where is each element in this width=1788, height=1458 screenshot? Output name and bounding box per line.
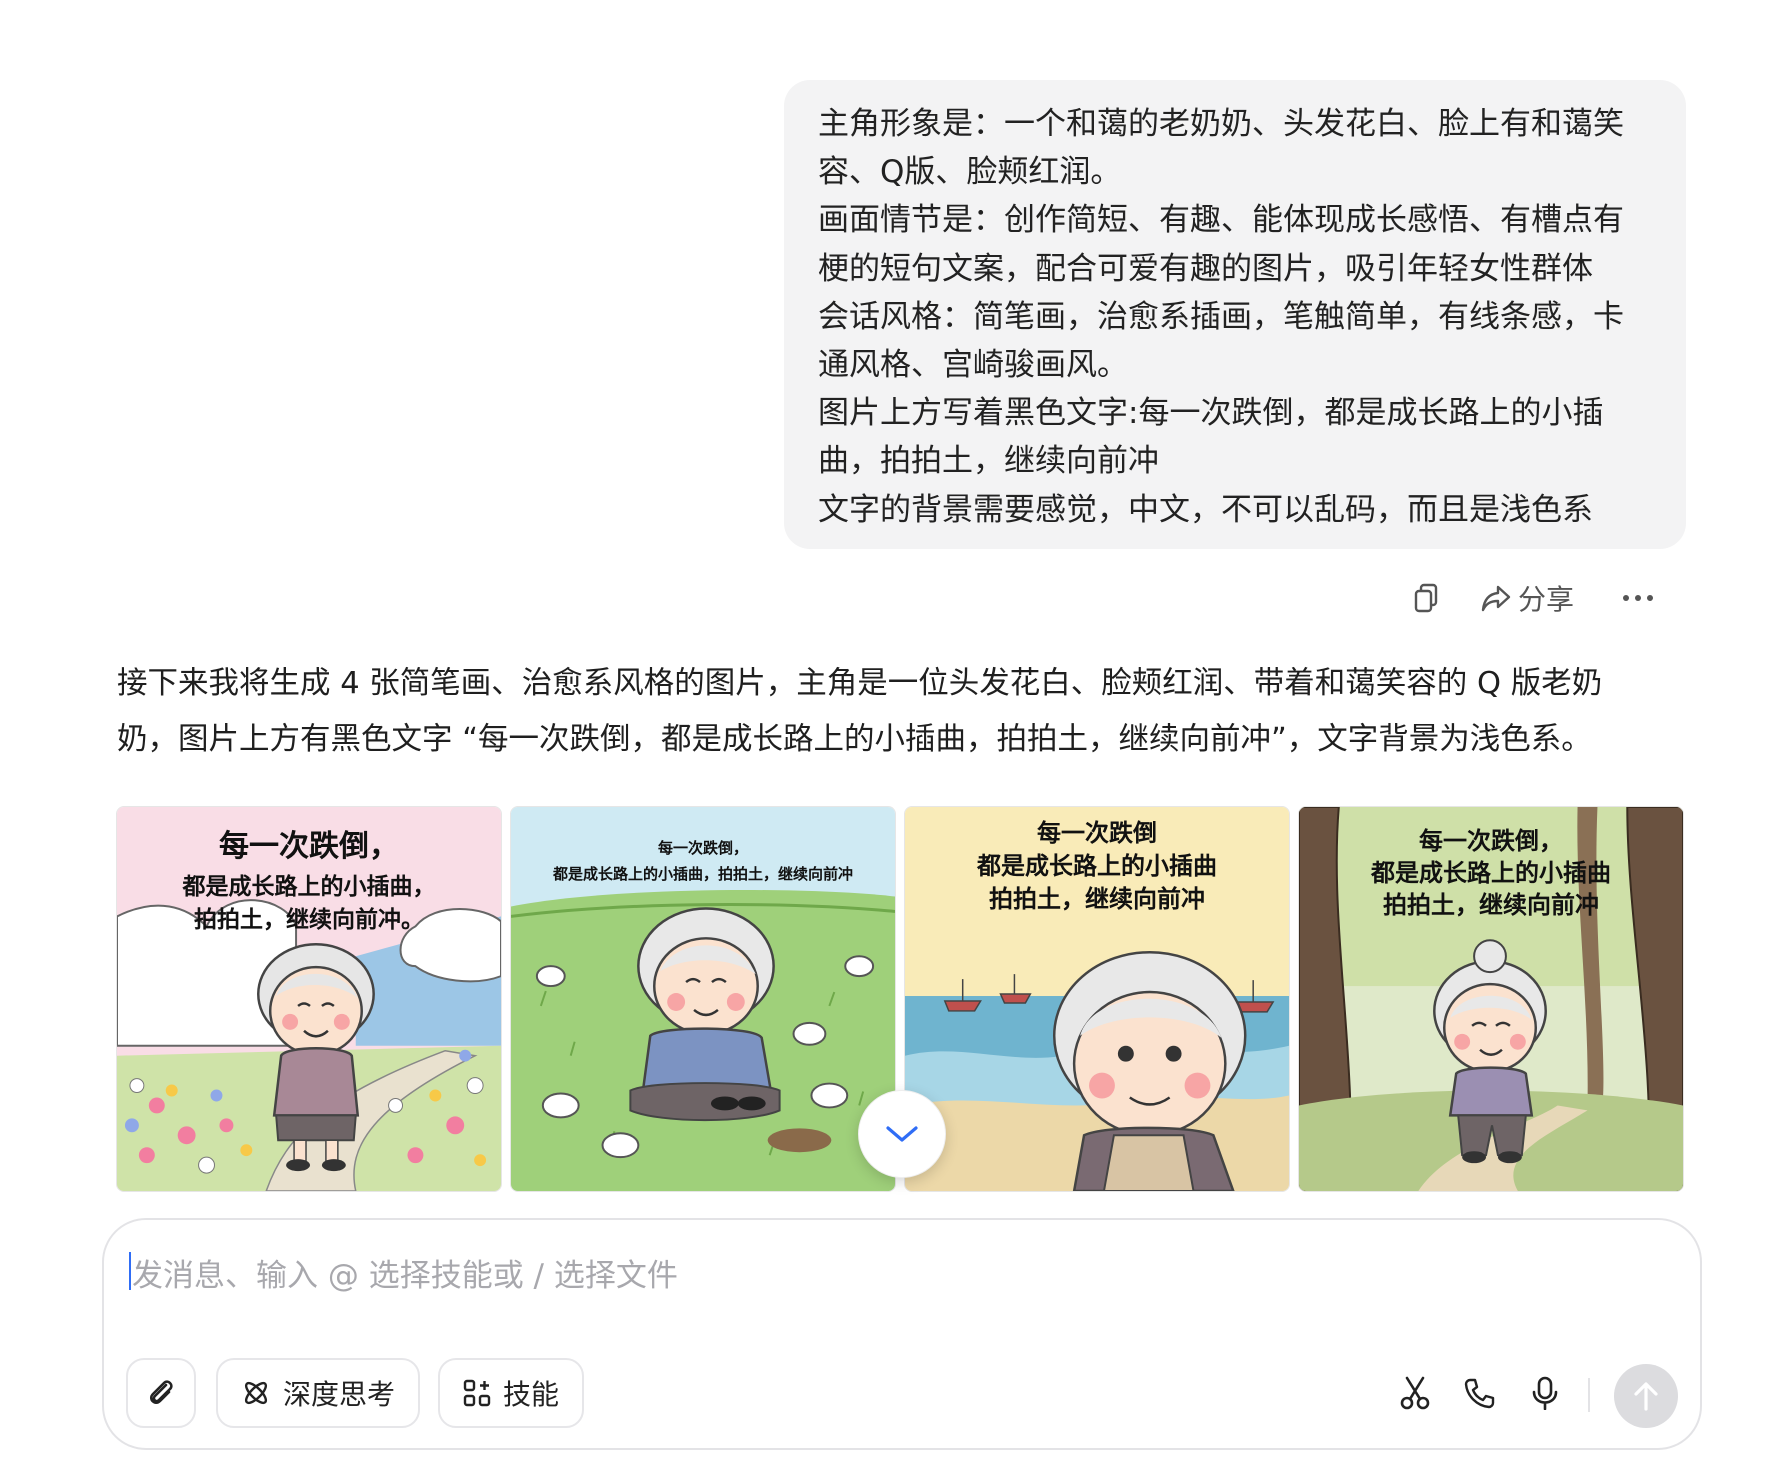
image-caption: 每一次跌倒， 都是成长路上的小插曲 拍拍土，继续向前冲 <box>1299 825 1683 921</box>
grid-plus-icon <box>463 1379 491 1407</box>
generated-image-4[interactable]: 每一次跌倒， 都是成长路上的小插曲 拍拍土，继续向前冲 <box>1298 806 1684 1192</box>
more-button[interactable] <box>1618 576 1658 620</box>
text-caret <box>129 1252 131 1290</box>
phone-button[interactable] <box>1456 1370 1502 1416</box>
caption-line: 每一次跌倒， <box>1419 827 1563 855</box>
image-caption: 都是成长路上的小插曲， 拍拍土，继续向前冲。 <box>117 871 501 937</box>
user-message-line: 梗的短句文案，配合可爱有趣的图片，吸引年轻女性群体 <box>818 250 1593 287</box>
message-composer[interactable]: 发消息、输入 @ 选择技能或 / 选择文件 深度思考 技能 <box>102 1218 1702 1450</box>
atom-icon <box>244 1381 268 1405</box>
caption-line: 都是成长路上的小插曲， <box>182 874 436 900</box>
user-message-line: 图片上方写着黑色文字:每一次跌倒，都是成长路上的小插 <box>818 395 1604 432</box>
user-message-line: 容、Q版、脸颊红润。 <box>818 154 1122 191</box>
caption-line: 拍拍土，继续向前冲。 <box>194 907 424 933</box>
caption-line: 每一次跌倒， <box>657 839 748 857</box>
attach-button[interactable] <box>126 1358 196 1428</box>
user-message-line: 会话风格：简笔画，治愈系插画，笔触简单，有线条感，卡 <box>818 298 1624 335</box>
generated-image-3[interactable]: 每一次跌倒 都是成长路上的小插曲 拍拍土，继续向前冲 <box>904 806 1290 1192</box>
caption-line: 都是成长路上的小插曲，拍拍土，继续向前冲 <box>552 865 853 883</box>
caption-line: 每一次跌倒 <box>1037 819 1157 847</box>
more-icon <box>1623 595 1653 601</box>
caption-line: 拍拍土，继续向前冲 <box>1383 891 1599 919</box>
share-icon <box>1481 585 1511 612</box>
user-message-line: 曲，拍拍土，继续向前冲 <box>818 443 1159 480</box>
scroll-down-button[interactable] <box>858 1090 946 1178</box>
send-button[interactable] <box>1614 1364 1678 1428</box>
chevron-down-icon <box>886 1126 918 1142</box>
user-message-line: 主角形象是：一个和蔼的老奶奶、头发花白、脸上有和蔼笑 <box>818 106 1624 142</box>
share-button[interactable]: 分享 <box>1480 576 1574 620</box>
deep-think-label: 深度思考 <box>282 1378 395 1411</box>
image-caption: 每一次跌倒， 都是成长路上的小插曲，拍拍土，继续向前冲 <box>511 835 895 887</box>
image-caption: 每一次跌倒， <box>117 829 501 865</box>
user-message-line: 通风格、宫崎骏画风。 <box>818 347 1128 384</box>
scissors-icon <box>1400 1376 1430 1410</box>
skills-label: 技能 <box>502 1378 559 1411</box>
share-label: 分享 <box>1518 583 1575 616</box>
user-message-bubble: 主角形象是：一个和蔼的老奶奶、头发花白、脸上有和蔼笑 容、Q版、脸颊红润。 画面… <box>784 80 1686 549</box>
scissors-button[interactable] <box>1392 1370 1438 1416</box>
user-message-line: 画面情节是：创作简短、有趣、能体现成长感悟、有槽点有 <box>818 202 1624 239</box>
toolbar-divider <box>1588 1378 1590 1412</box>
generated-image-2[interactable]: 每一次跌倒， 都是成长路上的小插曲，拍拍土，继续向前冲 <box>510 806 896 1192</box>
assistant-reply: 接下来我将生成 4 张简笔画、治愈系风格的图片，主角是一位头发花白、脸颊红润、带… <box>117 656 1683 768</box>
reply-line: 奶，图片上方有黑色文字 “每一次跌倒，都是成长路上的小插曲，拍拍土，继续向前冲”… <box>117 722 1592 757</box>
paperclip-icon <box>150 1380 173 1404</box>
caption-line: 都是成长路上的小插曲 <box>977 852 1217 880</box>
deep-think-button[interactable]: 深度思考 <box>216 1358 420 1428</box>
user-message-line: 文字的背景需要感觉，中文，不可以乱码，而且是浅色系 <box>818 491 1593 528</box>
generated-image-1[interactable]: 每一次跌倒， 都是成长路上的小插曲， 拍拍土，继续向前冲。 <box>116 806 502 1192</box>
skills-button[interactable]: 技能 <box>438 1358 584 1428</box>
caption-line: 每一次跌倒， <box>219 829 399 864</box>
microphone-button[interactable] <box>1522 1370 1568 1416</box>
phone-icon <box>1464 1378 1495 1409</box>
caption-line: 都是成长路上的小插曲 <box>1371 859 1611 887</box>
arrow-up-icon <box>1634 1382 1658 1411</box>
caption-line: 拍拍土，继续向前冲 <box>989 885 1205 913</box>
image-caption: 每一次跌倒 都是成长路上的小插曲 拍拍土，继续向前冲 <box>905 817 1289 916</box>
composer-input[interactable]: 发消息、输入 @ 选择技能或 / 选择文件 <box>132 1250 678 1295</box>
copy-icon <box>1414 583 1438 613</box>
copy-button[interactable] <box>1406 576 1446 620</box>
reply-line: 接下来我将生成 4 张简笔画、治愈系风格的图片，主角是一位头发花白、脸颊红润、带… <box>117 666 1603 701</box>
microphone-icon <box>1532 1376 1558 1410</box>
